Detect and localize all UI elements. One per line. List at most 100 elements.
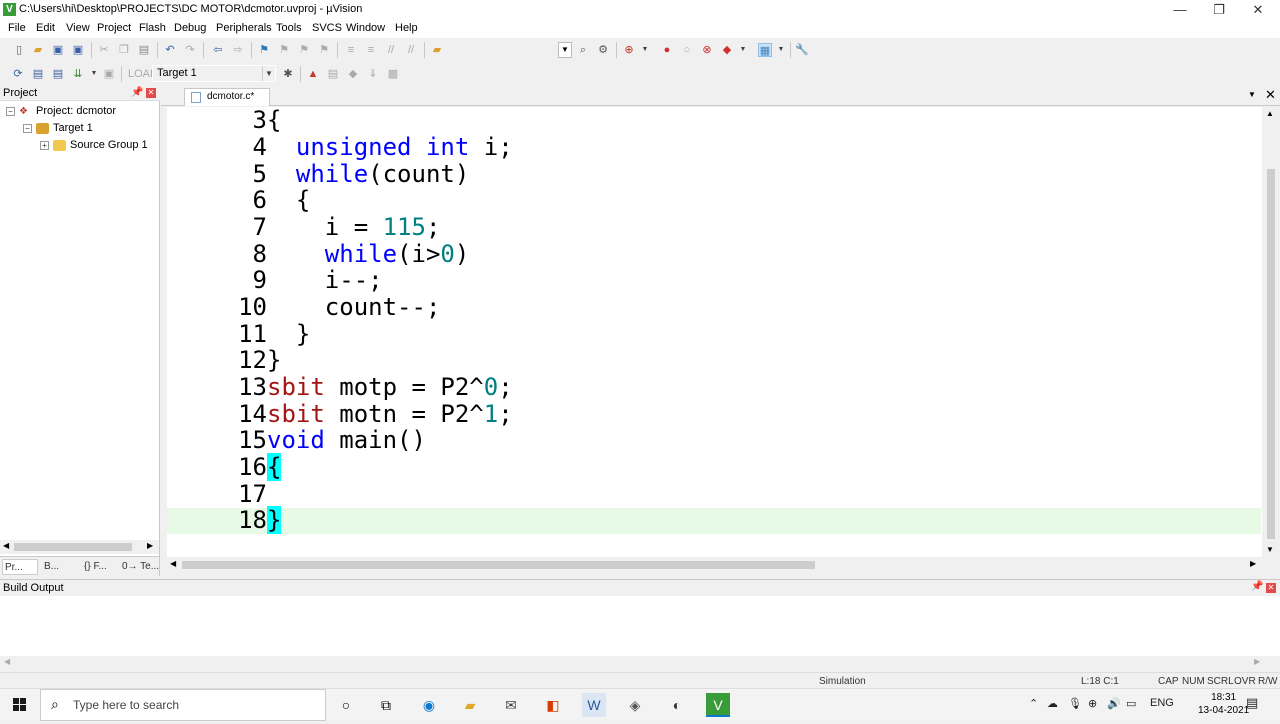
find-in-files-icon[interactable]: ▰	[430, 43, 444, 57]
mail-icon[interactable]: ✉	[499, 693, 523, 717]
paste-icon[interactable]: ▤	[137, 43, 151, 57]
tab-templates[interactable]: 0→ Te...	[120, 559, 159, 575]
menu-edit[interactable]: Edit	[36, 22, 55, 34]
scroll-left-icon[interactable]: ◀	[3, 541, 9, 550]
layout-dropdown-icon[interactable]: ▼	[774, 43, 788, 57]
find-combo-dropdown[interactable]: ▼	[558, 42, 572, 58]
unindent-icon[interactable]: ≡	[364, 43, 378, 57]
battery-icon[interactable]: ▭	[1126, 697, 1136, 710]
debug-session-icon[interactable]: ⊕	[622, 43, 636, 57]
undo-icon[interactable]: ↶	[163, 43, 177, 57]
notifications-icon[interactable]: ▤	[1246, 695, 1258, 711]
app-icon-circle[interactable]: ◐	[665, 693, 689, 717]
scroll-right-icon[interactable]: ▶	[1254, 657, 1260, 666]
cut-icon[interactable]: ✂	[97, 43, 111, 57]
menu-debug[interactable]: Debug	[174, 22, 206, 34]
navigate-back-icon[interactable]: ⇦	[211, 43, 225, 57]
find-icon[interactable]: ⌕	[576, 43, 590, 57]
menu-tools[interactable]: Tools	[276, 22, 302, 34]
tab-books[interactable]: B...	[42, 559, 78, 575]
build-output-scrollbar[interactable]: ◀ ▶	[0, 656, 1280, 670]
onedrive-icon[interactable]: ☁	[1047, 697, 1058, 710]
batch-dropdown-icon[interactable]: ▼	[87, 67, 101, 81]
code-editor[interactable]: 3{ 4 unsigned int i; 5 while(count) 6 { …	[167, 107, 1262, 557]
clear-bookmarks-icon[interactable]: ⚑	[317, 43, 331, 57]
menu-flash[interactable]: Flash	[139, 22, 166, 34]
language-indicator[interactable]: ENG	[1150, 697, 1174, 709]
select-packs-icon[interactable]: ◆	[346, 67, 360, 81]
tab-list-dropdown-icon[interactable]: ▼	[1248, 90, 1256, 99]
target-options-icon[interactable]: ✱	[281, 67, 295, 81]
save-all-icon[interactable]: ▣	[71, 43, 85, 57]
cortana-icon[interactable]: ○	[334, 693, 358, 717]
tab-project[interactable]: Pr...	[2, 559, 38, 575]
download-icon[interactable]: LOAD	[128, 67, 158, 81]
scrollbar-thumb[interactable]	[182, 561, 815, 569]
tree-item-target[interactable]: − Target 1	[23, 120, 93, 136]
tab-functions[interactable]: {} F...	[82, 559, 118, 575]
target-select[interactable]: Target 1 ▼	[152, 65, 276, 82]
navigate-forward-icon[interactable]: ⇨	[231, 43, 245, 57]
new-file-icon[interactable]: ▯	[12, 43, 26, 57]
scroll-left-icon[interactable]: ◀	[4, 657, 10, 666]
next-bookmark-icon[interactable]: ⚑	[297, 43, 311, 57]
manage-runtime-icon[interactable]: ▤	[326, 67, 340, 81]
pin-icon[interactable]: 📌	[1251, 581, 1263, 592]
tree-item-source-group[interactable]: + Source Group 1	[40, 137, 148, 153]
translate-icon[interactable]: ⟳	[11, 67, 25, 81]
network-icon[interactable]: ⊕	[1088, 697, 1097, 710]
editor-horizontal-scrollbar[interactable]: ◀ ▶	[167, 557, 1262, 573]
task-view-icon[interactable]: ⧉	[374, 693, 398, 717]
debug-dropdown-icon[interactable]: ▼	[638, 43, 652, 57]
batch-build-icon[interactable]: ⇊	[71, 67, 85, 81]
collapse-icon[interactable]: −	[23, 123, 32, 133]
save-icon[interactable]: ▣	[51, 43, 65, 57]
menu-peripherals[interactable]: Peripherals	[216, 22, 272, 34]
close-tab-icon[interactable]: ✕	[1265, 87, 1276, 103]
minimize-button[interactable]: —	[1160, 0, 1200, 20]
comment-icon[interactable]: //	[384, 43, 398, 57]
restore-button[interactable]: ❐	[1199, 0, 1239, 20]
scroll-up-icon[interactable]: ▲	[1266, 109, 1274, 118]
menu-file[interactable]: File	[8, 22, 26, 34]
tab-dcmotor-c[interactable]: dcmotor.c*	[184, 88, 270, 106]
word-icon[interactable]: W	[582, 693, 606, 717]
app-icon-generic[interactable]: ◈	[623, 693, 647, 717]
close-button[interactable]: ✕	[1238, 0, 1278, 20]
build-icon[interactable]: ▤	[31, 67, 45, 81]
bookmark-icon[interactable]: ⚑	[257, 43, 271, 57]
disable-breakpoints-icon[interactable]: ⊗	[700, 43, 714, 57]
editor-vertical-scrollbar[interactable]: ▲ ▼	[1262, 107, 1280, 557]
window-layout-icon[interactable]: ▦	[758, 43, 772, 57]
scroll-right-icon[interactable]: ▶	[147, 541, 153, 550]
enable-breakpoint-icon[interactable]: ○	[680, 43, 694, 57]
menu-project[interactable]: Project	[97, 22, 131, 34]
file-explorer-icon[interactable]: ▰	[458, 693, 482, 717]
volume-icon[interactable]: 🔊	[1107, 697, 1121, 710]
pin-icon[interactable]: 📌	[131, 87, 143, 98]
office-icon[interactable]: ◧	[541, 693, 565, 717]
scroll-down-icon[interactable]: ▼	[1266, 545, 1274, 554]
collapse-icon[interactable]: −	[6, 106, 15, 116]
edge-browser-icon[interactable]: ◉	[417, 693, 441, 717]
kill-breakpoints-icon[interactable]: ◆	[720, 43, 734, 57]
configure-wrench-icon[interactable]: 🔧	[795, 43, 809, 57]
indent-icon[interactable]: ≡	[344, 43, 358, 57]
scrollbar-thumb[interactable]	[14, 543, 132, 551]
copy-icon[interactable]: ❐	[117, 43, 131, 57]
insert-breakpoint-icon[interactable]: ●	[660, 43, 674, 57]
prev-bookmark-icon[interactable]: ⚑	[277, 43, 291, 57]
breakpoint-dropdown-icon[interactable]: ▼	[736, 43, 750, 57]
open-file-icon[interactable]: ▰	[31, 43, 45, 57]
scroll-left-icon[interactable]: ◀	[170, 559, 176, 568]
manage-project-items-icon[interactable]: ▲	[306, 67, 320, 81]
uvision-taskbar-icon[interactable]: V	[706, 693, 730, 717]
menu-window[interactable]: Window	[346, 22, 385, 34]
menu-view[interactable]: View	[66, 22, 90, 34]
tray-chevron-icon[interactable]: ⌃	[1029, 697, 1038, 710]
uncomment-icon[interactable]: //	[404, 43, 418, 57]
rebuild-icon[interactable]: ▤	[51, 67, 65, 81]
redo-icon[interactable]: ↷	[183, 43, 197, 57]
taskbar-clock[interactable]: 18:31 13-04-2021	[1198, 691, 1249, 717]
stop-build-icon[interactable]: ▣	[102, 67, 116, 81]
